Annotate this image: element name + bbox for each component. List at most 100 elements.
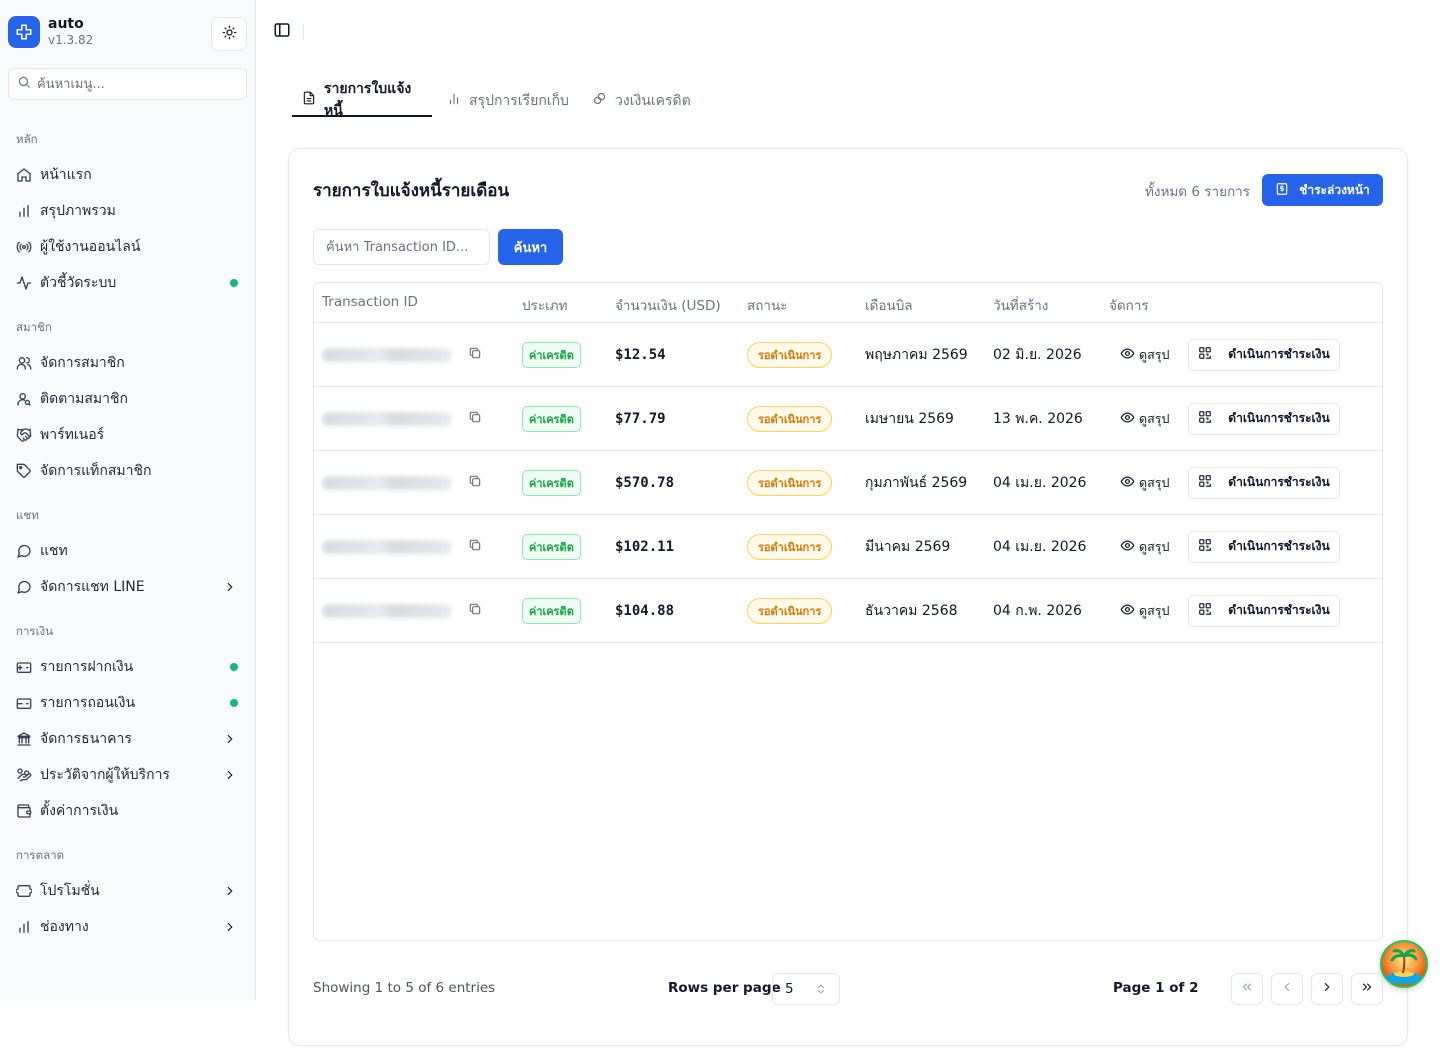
previous-page-button[interactable] xyxy=(1271,973,1303,1005)
type-badge: ค่าเครดิต xyxy=(522,405,581,432)
bar-chart-icon xyxy=(16,203,32,219)
sidebar-item-2-2[interactable]: ติดตามสมาชิก xyxy=(8,383,247,415)
copy-icon[interactable] xyxy=(468,410,482,428)
menu-search-input[interactable] xyxy=(37,76,237,92)
card-title: รายการใบแจ้งหนี้รายเดือน xyxy=(313,181,510,201)
sidebar-item-2-4[interactable]: จัดการแท็กสมาชิก xyxy=(8,455,247,487)
sidebar-item-1-2[interactable]: สรุปภาพรวม xyxy=(8,195,247,227)
view-summary-link[interactable]: ดูสรุป xyxy=(1120,601,1169,621)
tab-credit-limit[interactable]: วงเงินเครดิต xyxy=(582,84,701,117)
next-page-button[interactable] xyxy=(1311,973,1343,1005)
table-row: ค่าเครดิต $102.11 รอดำเนินการ มีนาคม 256… xyxy=(314,515,1382,579)
amount: $12.54 xyxy=(615,346,666,363)
sidebar-item-2-1[interactable]: จัดการสมาชิก xyxy=(8,347,247,379)
transaction-id-redacted xyxy=(322,411,452,426)
app-name: auto xyxy=(48,16,84,32)
tab-invoices[interactable]: รายการใบแจ้งหนี้ xyxy=(292,81,432,119)
chevrons-left-icon xyxy=(1240,980,1254,998)
process-payment-button[interactable]: ดำเนินการชำระเงิน xyxy=(1188,594,1340,627)
hand-coins-icon xyxy=(16,767,32,783)
sidebar-item-label: จัดการแท็กสมาชิก xyxy=(40,463,152,479)
sidebar-item-label: สรุปภาพรวม xyxy=(40,203,116,219)
qr-code-icon xyxy=(1198,602,1212,619)
sidebar-item-label: ตั้งค่าการเงิน xyxy=(40,803,119,819)
tab-label: รายการใบแจ้งหนี้ xyxy=(324,80,412,119)
copy-icon[interactable] xyxy=(468,474,482,492)
view-summary-link[interactable]: ดูสรุป xyxy=(1120,473,1169,493)
qr-code-icon xyxy=(1198,410,1212,427)
sidebar-section-label: หลัก xyxy=(16,132,38,146)
bill-month: ธันวาคม 2568 xyxy=(865,602,958,619)
sidebar-item-label: จัดการสมาชิก xyxy=(40,355,125,371)
sidebar-item-4-1[interactable]: รายการฝากเงิน xyxy=(8,651,247,683)
status-dot xyxy=(230,663,238,671)
copy-icon[interactable] xyxy=(468,538,482,556)
chevron-right-icon xyxy=(223,884,237,902)
sidebar-item-3-1[interactable]: แชท xyxy=(8,535,247,567)
sidebar-item-1-1[interactable]: หน้าแรก xyxy=(8,159,247,191)
copy-icon[interactable] xyxy=(468,602,482,620)
sidebar-item-4-4[interactable]: ประวัติจากผู้ให้บริการ xyxy=(8,759,247,791)
floating-widget-button[interactable] xyxy=(1380,940,1428,988)
user-search-icon xyxy=(16,391,32,407)
table-row: ค่าเครดิต $570.78 รอดำเนินการ กุมภาพันธ์… xyxy=(314,451,1382,515)
rows-per-page-select[interactable]: 5 xyxy=(772,973,840,1005)
chevron-right-icon xyxy=(223,768,237,786)
activity-icon xyxy=(16,275,32,291)
transaction-search-input[interactable] xyxy=(326,239,476,255)
last-page-button[interactable] xyxy=(1351,973,1383,1005)
first-page-button[interactable] xyxy=(1231,973,1263,1005)
process-payment-button[interactable]: ดำเนินการชำระเงิน xyxy=(1188,530,1340,563)
prepay-button[interactable]: ชำระล่วงหน้า xyxy=(1262,174,1383,206)
sidebar-item-label: โปรโมชั่น xyxy=(40,883,100,899)
copy-icon[interactable] xyxy=(468,346,482,364)
toolbar-divider xyxy=(303,24,304,40)
sidebar-item-1-3[interactable]: ผู้ใช้งานออนไลน์ xyxy=(8,231,247,263)
sidebar-item-label: ติดตามสมาชิก xyxy=(40,391,128,407)
sidebar-item-1-4[interactable]: ตัวชี้วัดระบบ xyxy=(8,267,247,299)
tab-billing-summary[interactable]: สรุปการเรียกเก็บ xyxy=(437,84,579,117)
brand[interactable]: auto v1.3.82 xyxy=(8,16,93,48)
view-summary-link[interactable]: ดูสรุป xyxy=(1120,409,1169,429)
created-date: 04 ก.พ. 2026 xyxy=(993,602,1082,619)
transaction-id-redacted xyxy=(322,347,452,362)
radio-icon xyxy=(16,239,32,255)
sidebar-item-label: พาร์ทเนอร์ xyxy=(40,427,105,443)
sidebar-item-4-5[interactable]: ตั้งค่าการเงิน xyxy=(8,795,247,827)
sidebar-toggle-button[interactable] xyxy=(272,22,292,42)
sidebar-item-2-3[interactable]: พาร์ทเนอร์ xyxy=(8,419,247,451)
chevrons-right-icon xyxy=(1360,980,1374,998)
sidebar-item-4-3[interactable]: จัดการธนาคาร xyxy=(8,723,247,755)
transaction-id-redacted xyxy=(322,603,452,618)
process-payment-label: ดำเนินการชำระเงิน xyxy=(1228,411,1330,425)
search-button[interactable]: ค้นหา xyxy=(498,229,563,265)
rows-per-page-value: 5 xyxy=(785,981,794,997)
status-badge: รอดำเนินการ xyxy=(747,597,833,624)
view-summary-link[interactable]: ดูสรุป xyxy=(1120,345,1169,365)
process-payment-button[interactable]: ดำเนินการชำระเงิน xyxy=(1188,466,1340,499)
invoice-table: Transaction ID ประเภท จำนวนเงิน (USD) สถ… xyxy=(313,282,1383,941)
sidebar-bottom-spacer xyxy=(0,1000,258,1062)
process-payment-button[interactable]: ดำเนินการชำระเงิน xyxy=(1188,338,1340,371)
view-summary-link[interactable]: ดูสรุป xyxy=(1120,537,1169,557)
app-logo-icon xyxy=(8,16,40,48)
sidebar-item-5-2[interactable]: ช่องทาง xyxy=(8,911,247,943)
sidebar-item-3-2[interactable]: จัดการแชท LINE xyxy=(8,571,247,603)
status-dot xyxy=(230,279,238,287)
column-header: จัดการ xyxy=(1109,298,1149,314)
transaction-search[interactable] xyxy=(313,229,490,265)
tag-icon xyxy=(16,463,32,479)
status-dot xyxy=(230,699,238,707)
theme-toggle-button[interactable] xyxy=(211,17,247,51)
menu-search[interactable] xyxy=(8,68,247,100)
sidebar-item-5-1[interactable]: โปรโมชั่น xyxy=(8,875,247,907)
wallet-deposit-icon xyxy=(16,659,32,675)
sidebar-item-label: ช่องทาง xyxy=(40,919,89,935)
chevrons-up-down-icon xyxy=(815,983,827,999)
sun-icon xyxy=(222,25,237,44)
bill-month: กุมภาพันธ์ 2569 xyxy=(865,474,968,491)
sidebar-item-4-2[interactable]: รายการถอนเงิน xyxy=(8,687,247,719)
process-payment-button[interactable]: ดำเนินการชำระเงิน xyxy=(1188,402,1340,435)
view-summary-label: ดูสรุป xyxy=(1139,602,1170,618)
handshake-icon xyxy=(16,427,32,443)
